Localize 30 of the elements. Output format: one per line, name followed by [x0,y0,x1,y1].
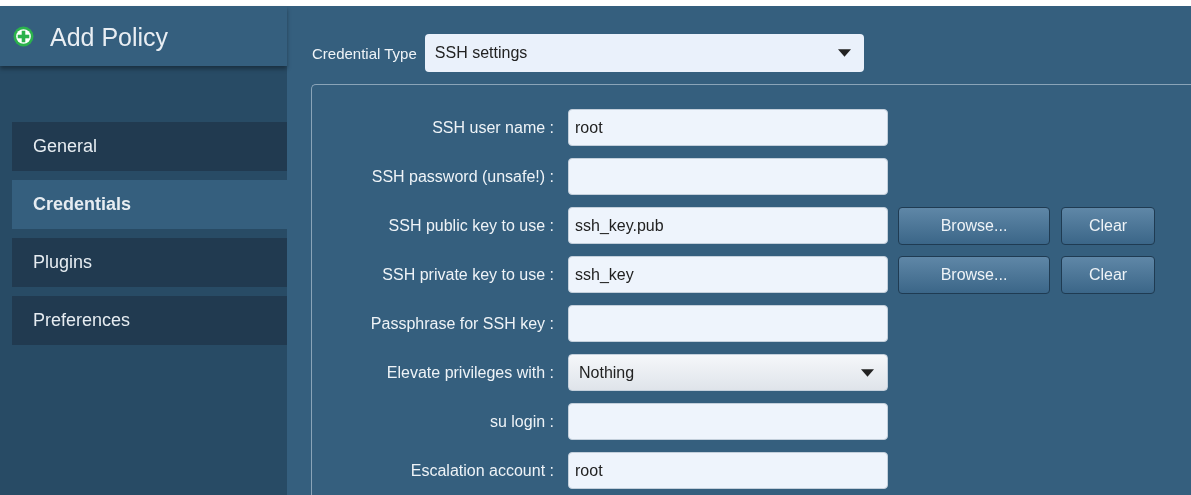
button[interactable]: Browse... [898,206,1050,245]
field-label: Passphrase for SSH key : [369,314,555,333]
input-field[interactable] [568,158,888,195]
input-field[interactable]: root [568,452,888,489]
credential-type-dropdown[interactable]: SSH settings [424,34,864,72]
input-field[interactable]: ssh_key.pub [568,207,888,244]
input-field[interactable] [568,403,888,440]
sidebar-item[interactable]: Preferences [12,296,287,345]
input-field[interactable] [568,305,888,342]
dropdown[interactable]: Nothing [568,354,888,391]
sidebar-item[interactable]: Credentials [12,180,287,229]
caret-icon [861,368,874,377]
field-label: SSH password (unsafe!) : [370,167,555,186]
caret-icon [837,49,851,57]
input-field[interactable]: root [568,109,888,146]
button[interactable]: Clear [1061,255,1155,294]
sidebar-item[interactable]: General [12,122,287,171]
plus-icon [13,26,34,47]
input-field[interactable]: ssh_key [568,256,888,293]
button[interactable]: Browse... [898,255,1050,294]
field-label: SSH user name : [431,118,555,137]
button[interactable]: Clear [1061,206,1155,245]
sidebar-item[interactable]: Plugins [12,238,287,287]
field-label: Escalation account : [409,461,555,480]
field-label: Elevate privileges with : [385,363,555,382]
field-label: SSH private key to use : [381,265,555,284]
field-label: Credential Type [312,44,417,62]
field-label: su login : [488,412,555,431]
field-label: SSH public key to use : [387,216,555,235]
page-title: Add Policy [50,22,169,52]
